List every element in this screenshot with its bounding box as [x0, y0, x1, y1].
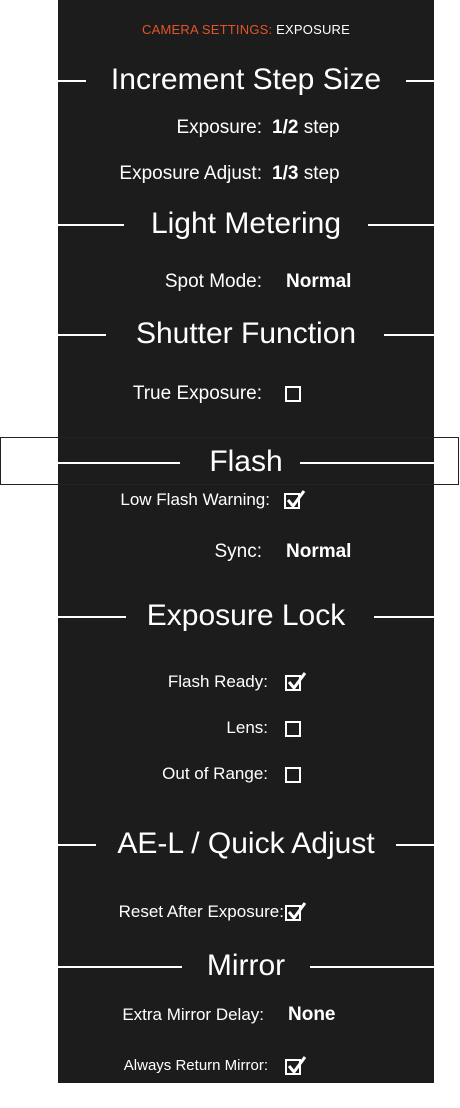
setting-label: Sync:: [214, 541, 262, 562]
value-number: 1/2: [272, 117, 299, 138]
checkbox-checked-icon[interactable]: [285, 902, 307, 921]
checkbox-unchecked-icon[interactable]: [285, 721, 301, 737]
setting-row-spot-mode[interactable]: Spot Mode: Normal: [58, 270, 434, 294]
setting-value[interactable]: Normal: [286, 540, 351, 564]
value-unit: step: [303, 117, 340, 138]
setting-label: Exposure:: [176, 117, 262, 138]
setting-row-exposure-adjust[interactable]: Exposure Adjust: 1/3 step: [58, 162, 434, 186]
section-header-shutter: Shutter Function: [58, 316, 434, 352]
setting-label: Spot Mode:: [164, 271, 262, 292]
setting-label: True Exposure:: [132, 383, 262, 404]
value-text: Normal: [286, 271, 352, 292]
divider: [310, 966, 434, 968]
camera-settings-panel: CAMERA SETTINGS: EXPOSURE Increment Step…: [58, 0, 434, 1083]
checkbox-checked-icon[interactable]: [284, 490, 306, 509]
section-header-mirror: Mirror: [58, 948, 434, 984]
section-header-increment: Increment Step Size: [58, 62, 434, 98]
setting-row-exposure[interactable]: Exposure: 1/2 step: [58, 116, 434, 140]
setting-value[interactable]: None: [288, 1003, 336, 1027]
setting-row-flash-ready[interactable]: Flash Ready:: [58, 670, 434, 694]
value-number: 1/3: [272, 163, 299, 184]
setting-label: Exposure Adjust:: [119, 163, 262, 184]
setting-row-extra-mirror-delay[interactable]: Extra Mirror Delay: None: [58, 1003, 434, 1027]
divider: [396, 844, 434, 846]
section-header-ael: AE-L / Quick Adjust: [58, 826, 434, 862]
setting-value[interactable]: 1/3 step: [272, 162, 340, 186]
breadcrumb-page: EXPOSURE: [276, 22, 350, 37]
setting-label: Out of Range:: [162, 764, 268, 783]
value-unit: step: [303, 163, 340, 184]
breadcrumb-category: CAMERA SETTINGS:: [142, 22, 273, 37]
setting-label: Low Flash Warning:: [120, 490, 270, 509]
setting-row-out-of-range[interactable]: Out of Range:: [58, 762, 434, 786]
section-title: AE-L / Quick Adjust: [117, 827, 375, 860]
section-title: Shutter Function: [135, 317, 357, 350]
setting-label: Always Return Mirror:: [123, 1057, 268, 1074]
checkbox-checked-icon[interactable]: [285, 672, 307, 691]
selection-highlight-frame: [0, 437, 459, 485]
setting-row-lens[interactable]: Lens:: [58, 716, 434, 740]
setting-label: Lens:: [226, 718, 268, 737]
setting-value[interactable]: Normal: [286, 270, 351, 294]
section-header-lock: Exposure Lock: [58, 598, 434, 634]
setting-row-true-exposure[interactable]: True Exposure:: [58, 382, 434, 406]
divider: [374, 616, 434, 618]
checkbox-checked-icon[interactable]: [285, 1056, 307, 1075]
setting-row-reset-after-exposure[interactable]: Reset After Exposure:: [58, 900, 434, 924]
setting-row-always-return-mirror[interactable]: Always Return Mirror:: [58, 1054, 434, 1078]
section-header-metering: Light Metering: [58, 206, 434, 242]
setting-label: Reset After Exposure:: [118, 902, 284, 921]
setting-label: Flash Ready:: [167, 672, 268, 691]
setting-label: Extra Mirror Delay:: [122, 1005, 264, 1024]
value-text: None: [288, 1004, 336, 1025]
setting-value[interactable]: 1/2 step: [272, 116, 340, 140]
value-text: Normal: [286, 541, 352, 562]
section-title: Increment Step Size: [110, 63, 382, 96]
checkbox-unchecked-icon[interactable]: [285, 386, 301, 402]
breadcrumb: CAMERA SETTINGS: EXPOSURE: [58, 22, 434, 37]
divider: [384, 334, 434, 336]
setting-row-low-flash-warning[interactable]: Low Flash Warning:: [58, 488, 434, 512]
divider: [406, 80, 434, 82]
checkbox-unchecked-icon[interactable]: [285, 767, 301, 783]
divider: [368, 224, 434, 226]
setting-row-sync[interactable]: Sync: Normal: [58, 540, 434, 564]
